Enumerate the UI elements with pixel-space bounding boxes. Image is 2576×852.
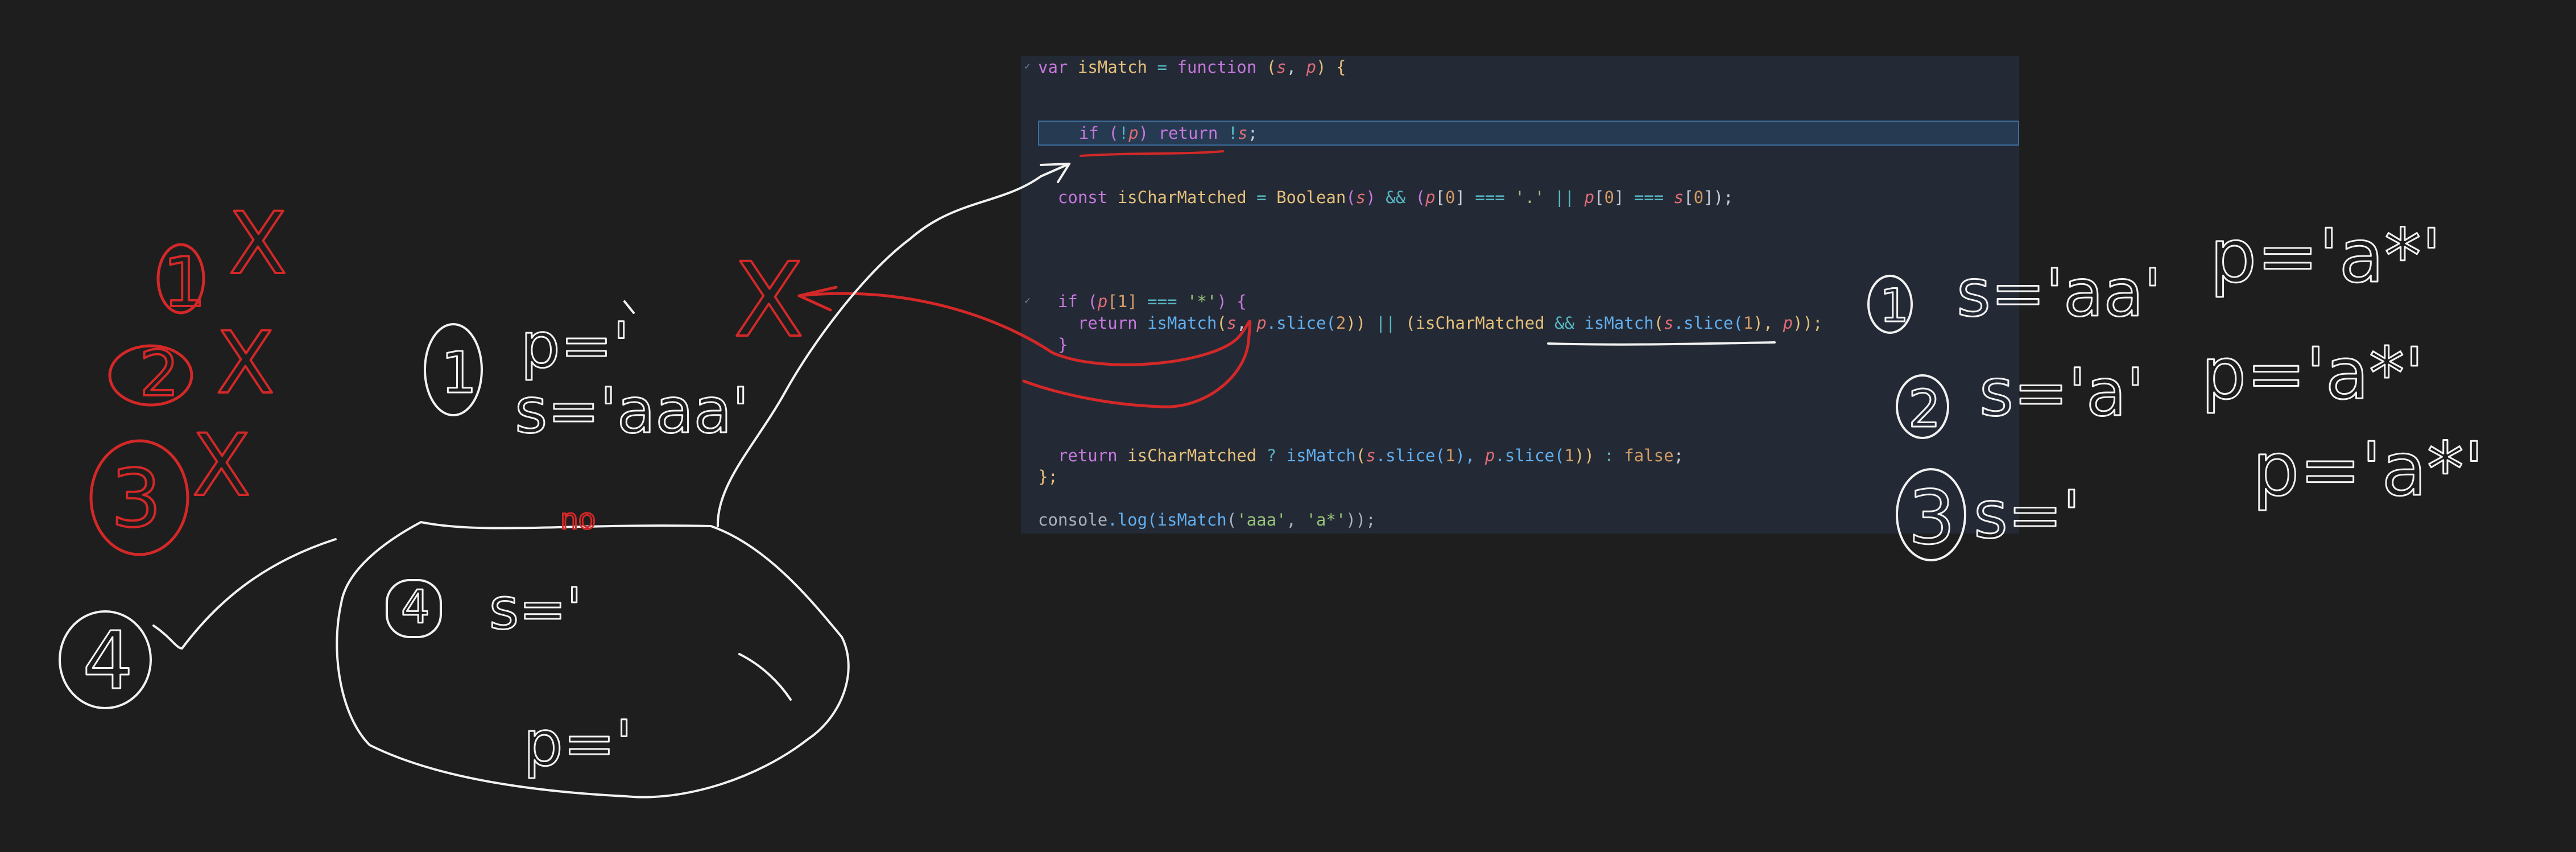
- circle-4-num: 4: [82, 615, 133, 708]
- rc2-num: 2: [1908, 379, 1941, 439]
- white-underline-mark: [1547, 341, 1776, 346]
- red-num-3: 3: [111, 453, 162, 545]
- case-1-annotation: 1 p=' s='aaa': [424, 300, 750, 448]
- rc1-p: p='a*': [2210, 213, 2442, 299]
- red-num-2: 2: [139, 337, 179, 410]
- case-4-circle: 4: [59, 538, 337, 709]
- rc3-num: 3: [1908, 474, 1955, 561]
- right-cases-annotation: 1 s='aa' p='a*' 2 s='a' p='a*' 3 s=' p='…: [1867, 212, 2485, 562]
- blob-s: s=': [489, 576, 582, 642]
- red-x-1: X: [229, 195, 287, 293]
- red-x-big: X: [734, 241, 804, 360]
- red-x-3: X: [192, 416, 251, 515]
- rc1-num: 1: [1880, 279, 1909, 332]
- blob-num: 4: [401, 581, 430, 634]
- rc3-p: p='a*': [2252, 426, 2484, 512]
- blob-no-mark: no: [560, 503, 596, 536]
- rc1-s: s='aa': [1957, 255, 2161, 332]
- blob-p: p=': [523, 707, 632, 780]
- case-1-num: 1: [441, 340, 477, 406]
- red-num-1: 1: [163, 243, 206, 322]
- drawing-canvas[interactable]: 1 X 2 X 3 X 1 p=' s='aaa' X no 4 s=' p=': [0, 0, 2576, 852]
- rc3-s: s=': [1974, 477, 2081, 553]
- rc2-s: s='a': [1979, 355, 2144, 431]
- red-x-2: X: [216, 314, 275, 413]
- red-arrow-annotation: X: [733, 240, 1252, 408]
- case-4-blob: no 4 s=' p=': [336, 502, 850, 799]
- case-1-p: p=': [520, 309, 630, 382]
- rc2-p: p='a*': [2201, 333, 2424, 415]
- case-1-s: s='aaa': [515, 374, 749, 447]
- red-underline-mark: [1080, 150, 1224, 157]
- red-list-annotation: 1 X 2 X 3 X: [89, 193, 288, 556]
